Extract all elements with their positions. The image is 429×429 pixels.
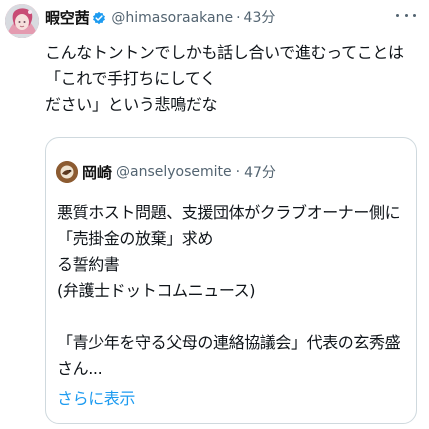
user-handle[interactable]: @himasoraakane	[111, 9, 233, 27]
tweet-time[interactable]: 43分	[244, 9, 276, 27]
verified-badge-icon	[92, 11, 106, 25]
quoted-tweet-text: 悪質ホスト問題、支援団体がクラブオーナー側に「売掛金の放棄」求め る誓約書 (弁…	[57, 203, 401, 378]
show-more-link[interactable]: さらに表示	[57, 388, 135, 410]
separator-dot: ·	[236, 10, 241, 26]
quoted-tweet-header: 岡崎 @anselyosemite · 47分	[56, 160, 276, 184]
quoted-display-name[interactable]: 岡崎	[82, 162, 112, 183]
more-icon[interactable]	[396, 10, 416, 20]
quoted-user-handle[interactable]: @anselyosemite	[116, 164, 232, 180]
quoted-user-avatar[interactable]	[56, 161, 78, 183]
display-name[interactable]: 暇空茜	[45, 9, 90, 27]
tweet-body-text: こんなトントンでしかも話し合いで進むってことは「これで手打ちにしてく ださい」と…	[45, 43, 404, 114]
more-dot	[404, 13, 408, 17]
user-avatar[interactable]	[5, 4, 39, 38]
quoted-tweet-time[interactable]: 47分	[244, 162, 276, 182]
tweet-header: 暇空茜 @himasoraakane · 43分	[45, 6, 275, 30]
tweet-card[interactable]: 暇空茜 @himasoraakane · 43分 こんなトントンでしかも話し合い…	[0, 0, 429, 429]
quoted-separator-dot: ·	[235, 164, 241, 180]
more-dot	[396, 13, 399, 17]
quoted-tweet-card[interactable]: 岡崎 @anselyosemite · 47分 悪質ホスト問題、支援団体がクラブ…	[45, 137, 417, 424]
more-dot	[413, 13, 416, 17]
